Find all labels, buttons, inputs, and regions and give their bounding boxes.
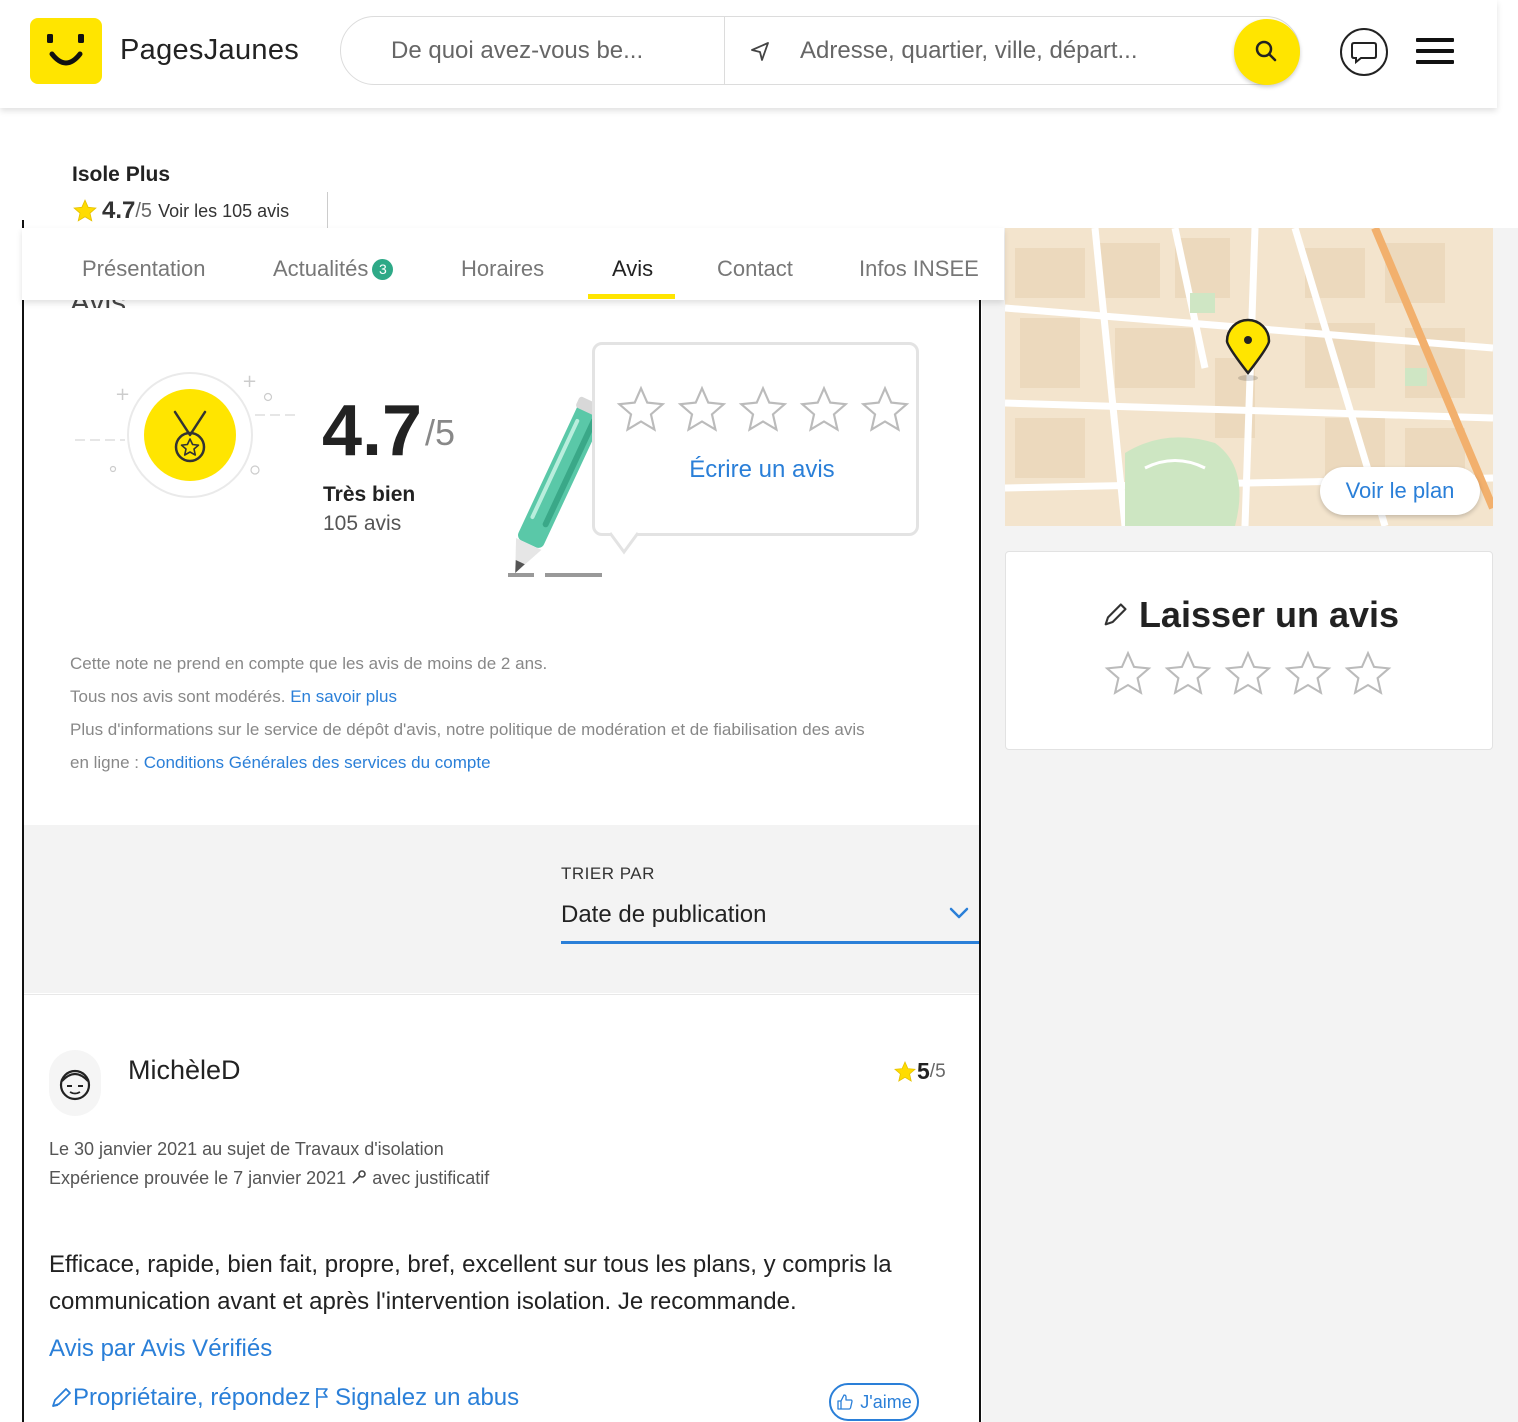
tab-actualites[interactable]: Actualités 3 (273, 256, 394, 282)
active-tab-indicator (588, 294, 675, 299)
business-rating: 4.7 /5 Voir les 105 avis (72, 197, 289, 225)
star-outline-icon[interactable] (859, 384, 911, 436)
star-outline-icon[interactable] (1223, 648, 1273, 700)
actualites-count-badge: 3 (372, 259, 394, 280)
sort-label: TRIER PAR (561, 864, 655, 883)
location-arrow-icon[interactable] (749, 40, 771, 62)
review-proof: Expérience prouvée le 7 janvier 2021 ave… (49, 1168, 489, 1189)
note-line-3: Plus d'informations sur le service de dé… (70, 720, 865, 739)
logo-text[interactable]: PagesJaunes (120, 34, 299, 67)
terms-link[interactable]: Conditions Générales des services du com… (144, 753, 491, 772)
content-border-left (22, 220, 24, 1422)
sort-select[interactable]: Date de publication (561, 898, 979, 944)
leave-review-stars[interactable] (1103, 648, 1393, 700)
section-tabs: Présentation Actualités 3 Horaires Avis C… (22, 228, 1004, 300)
review-proof-date: Expérience prouvée le 7 janvier 2021 (49, 1168, 347, 1188)
search-what-input[interactable]: De quoi avez-vous be... (391, 37, 643, 65)
svg-text:+: + (242, 371, 257, 392)
review-proof-label: avec justificatif (372, 1168, 490, 1188)
view-map-button[interactable]: Voir le plan (1320, 467, 1480, 515)
write-review-card[interactable] (592, 342, 919, 536)
review-count: 105 avis (323, 512, 402, 535)
like-button[interactable]: J'aime (829, 1383, 919, 1421)
write-review-link[interactable]: Écrire un avis (592, 456, 932, 484)
business-rating-value: 4.7 (102, 197, 136, 224)
star-outline-icon[interactable] (798, 384, 850, 436)
user-avatar-icon (59, 1069, 91, 1101)
svg-text:+: + (115, 384, 130, 405)
medal-illustration: + + (75, 365, 305, 505)
tab-infos-insee[interactable]: Infos INSEE (859, 256, 979, 282)
leave-review-title[interactable]: Laisser un avis (1006, 594, 1494, 636)
verified-source-link[interactable]: Avis par Avis Vérifiés (49, 1335, 272, 1363)
like-label: J'aime (860, 1391, 912, 1412)
leave-review-card: Laisser un avis (1005, 551, 1493, 750)
score-label: Très bien (323, 483, 416, 506)
content-border-right (979, 290, 981, 1422)
tab-horaires[interactable]: Horaires (461, 256, 544, 282)
sort-selected-value: Date de publication (561, 901, 767, 928)
report-abuse-link[interactable]: Signalez un abus (313, 1384, 519, 1412)
star-outline-icon[interactable] (1103, 648, 1153, 700)
bubble-tail (610, 532, 638, 555)
review-rating-value: 5 (917, 1058, 930, 1084)
write-review-stars[interactable] (615, 384, 911, 436)
note-line-2: Tous nos avis sont modérés. En savoir pl… (70, 687, 397, 707)
average-score: 4.7 (322, 391, 423, 471)
tab-avis[interactable]: Avis (612, 256, 653, 282)
star-outline-icon[interactable] (615, 384, 667, 436)
search-divider (724, 17, 725, 84)
leave-review-title-text: Laisser un avis (1138, 594, 1400, 635)
chevron-down-icon (949, 907, 969, 919)
top-header: PagesJaunes De quoi avez-vous be... Adre… (0, 0, 1497, 108)
business-divider (327, 192, 328, 228)
flag-icon (316, 1388, 328, 1408)
reviewer-name: MichèleD (128, 1055, 241, 1085)
tab-presentation[interactable]: Présentation (82, 256, 206, 282)
tab-contact[interactable]: Contact (717, 256, 793, 282)
star-outline-icon[interactable] (1163, 648, 1213, 700)
learn-more-link[interactable]: En savoir plus (290, 687, 397, 706)
star-filled-icon (73, 199, 97, 222)
pencil-icon (52, 1388, 71, 1407)
key-icon (352, 1170, 367, 1184)
note-line-2-text: Tous nos avis sont modérés. (70, 687, 286, 706)
average-score-of: /5 (425, 412, 456, 453)
chat-bubble-icon (1351, 42, 1377, 65)
tab-actualites-label: Actualités (273, 256, 369, 281)
thumbs-up-icon (837, 1394, 853, 1410)
star-outline-icon[interactable] (1343, 648, 1393, 700)
reply-link[interactable]: Propriétaire, répondez (49, 1384, 310, 1412)
business-rating-of: /5 (135, 199, 153, 222)
review-rating-of: /5 (929, 1060, 946, 1082)
review-rating: 5 /5 (893, 1058, 946, 1085)
pagesjaunes-logo-icon[interactable] (30, 18, 102, 84)
hamburger-menu-icon[interactable] (1416, 38, 1454, 66)
review-text: Efficace, rapide, bien fait, propre, bre… (49, 1251, 892, 1315)
note-line-4: en ligne : Conditions Générales des serv… (70, 753, 491, 773)
star-outline-icon[interactable] (737, 384, 789, 436)
note-line-1: Cette note ne prend en compte que les av… (70, 654, 548, 673)
search-button[interactable] (1234, 19, 1300, 85)
review-date: Le 30 janvier 2021 au sujet de Travaux d… (49, 1139, 444, 1159)
note-line-4-text: en ligne : (70, 753, 139, 772)
star-outline-icon[interactable] (1283, 648, 1333, 700)
report-abuse-label: Signalez un abus (335, 1384, 520, 1411)
view-reviews-link[interactable]: Voir les 105 avis (158, 201, 289, 222)
search-icon (1255, 40, 1277, 62)
star-filled-icon (894, 1060, 916, 1082)
business-strip: Isole Plus 4.7 /5 Voir les 105 avis (5, 150, 1518, 228)
star-outline-icon[interactable] (676, 384, 728, 436)
reply-link-label: Propriétaire, répondez (73, 1384, 311, 1411)
search-where-input[interactable]: Adresse, quartier, ville, départ... (800, 37, 1138, 65)
chat-button[interactable] (1340, 28, 1388, 76)
pencil-icon (1104, 603, 1127, 626)
search-bar: De quoi avez-vous be... Adresse, quartie… (340, 16, 1300, 85)
business-name: Isole Plus (72, 163, 171, 186)
avatar (49, 1050, 101, 1116)
